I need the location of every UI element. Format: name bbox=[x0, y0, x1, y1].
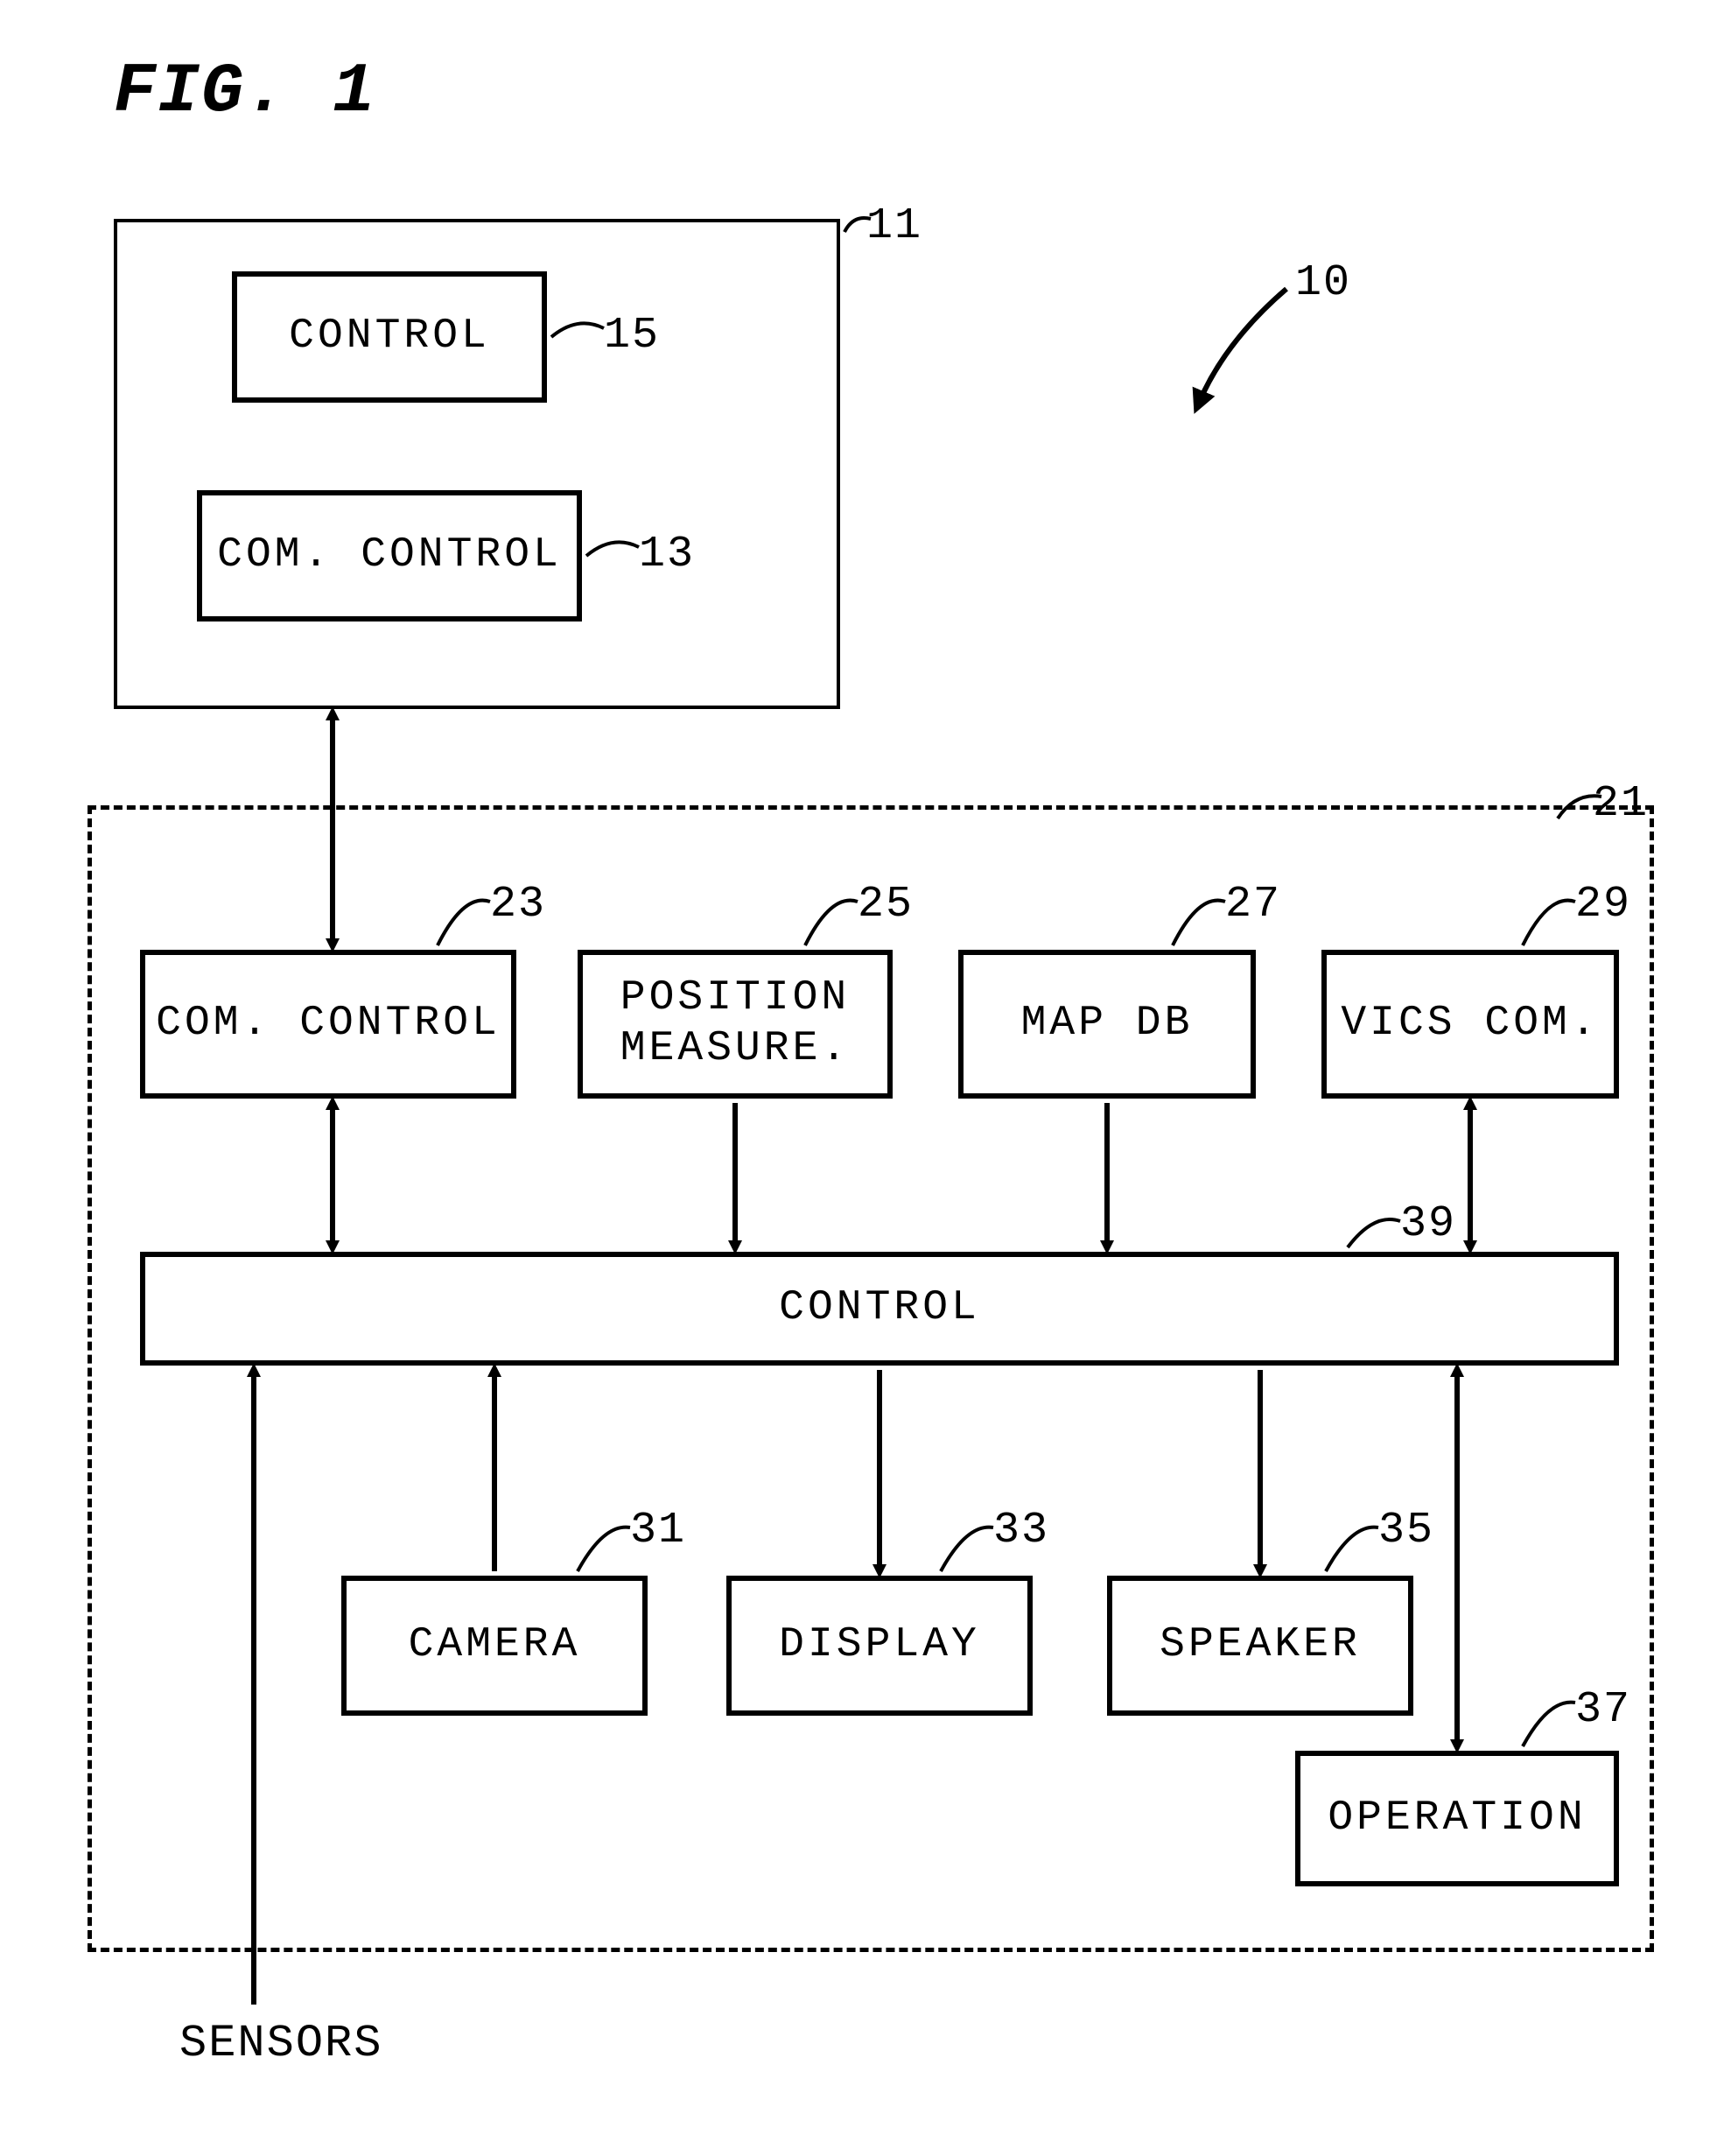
label-15: 15 bbox=[604, 311, 660, 361]
label-23: 23 bbox=[490, 880, 546, 930]
diagram-canvas: FIG. 1 CONTROL COM. CONTROL COM. CONTROL… bbox=[0, 0, 1724, 2156]
term-control-box: CONTROL bbox=[140, 1252, 1619, 1366]
label-21: 21 bbox=[1593, 779, 1649, 829]
operation-box: OPERATION bbox=[1295, 1751, 1619, 1886]
label-27: 27 bbox=[1225, 880, 1281, 930]
center-com-control-box: COM. CONTROL bbox=[197, 490, 582, 622]
label-10: 10 bbox=[1295, 258, 1351, 308]
sensors-label: SENSORS bbox=[179, 2018, 382, 2069]
label-39: 39 bbox=[1400, 1199, 1456, 1249]
label-37: 37 bbox=[1575, 1685, 1631, 1735]
label-25: 25 bbox=[858, 880, 914, 930]
map-db-box: MAP DB bbox=[958, 950, 1256, 1099]
label-33: 33 bbox=[993, 1506, 1049, 1556]
display-box: DISPLAY bbox=[726, 1576, 1033, 1716]
position-measure-box: POSITION MEASURE. bbox=[578, 950, 893, 1099]
vics-com-box: VICS COM. bbox=[1321, 950, 1619, 1099]
label-11: 11 bbox=[866, 201, 922, 251]
label-29: 29 bbox=[1575, 880, 1631, 930]
label-35: 35 bbox=[1378, 1506, 1434, 1556]
camera-box: CAMERA bbox=[341, 1576, 648, 1716]
center-control-box: CONTROL bbox=[232, 271, 547, 403]
term-com-control-box: COM. CONTROL bbox=[140, 950, 516, 1099]
label-31: 31 bbox=[630, 1506, 686, 1556]
speaker-box: SPEAKER bbox=[1107, 1576, 1413, 1716]
figure-title: FIG. 1 bbox=[114, 53, 376, 132]
label-13: 13 bbox=[639, 530, 695, 579]
